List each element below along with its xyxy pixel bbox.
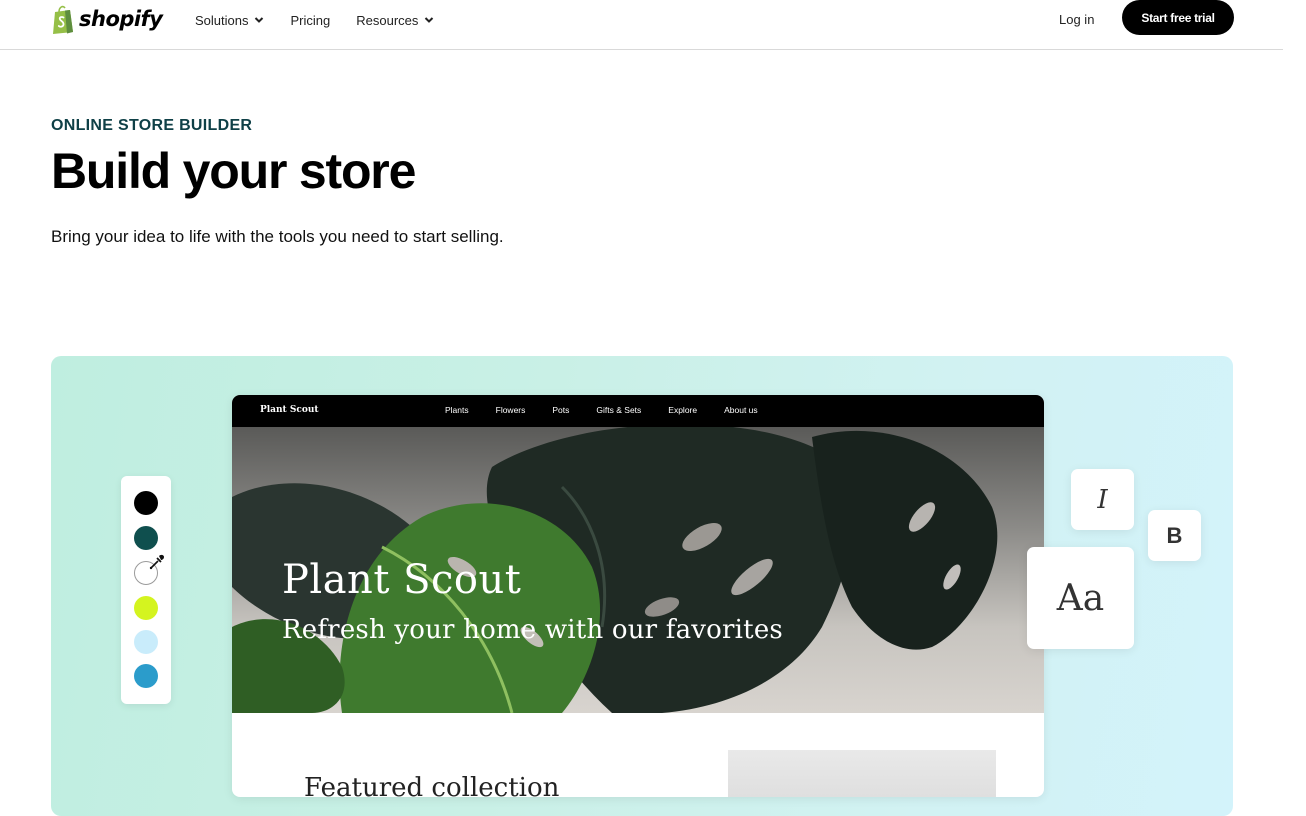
color-swatch-dark-teal[interactable] <box>134 526 158 550</box>
store-link-about: About us <box>724 405 758 415</box>
store-preview-nav: Plant Scout Plants Flowers Pots Gifts & … <box>232 395 1044 427</box>
store-link-plants: Plants <box>445 405 469 415</box>
page-title: Build your store <box>51 143 416 199</box>
store-builder-showcase: Plant Scout Plants Flowers Pots Gifts & … <box>51 356 1233 816</box>
store-link-gifts: Gifts & Sets <box>596 405 642 415</box>
nav-solutions-label: Solutions <box>195 12 249 28</box>
color-swatch-black[interactable] <box>134 491 158 515</box>
eyebrow-label: ONLINE STORE BUILDER <box>51 117 253 134</box>
page-subtitle: Bring your idea to life with the tools y… <box>51 227 504 246</box>
font-picker-button[interactable]: Aa <box>1027 547 1134 649</box>
store-link-flowers: Flowers <box>495 405 526 415</box>
logo-wordmark: shopify <box>79 7 163 31</box>
color-swatch-lime[interactable] <box>134 596 158 620</box>
nav-resources[interactable]: Resources <box>356 11 434 29</box>
start-free-trial-button[interactable]: Start free trial <box>1122 0 1234 35</box>
store-preview: Plant Scout Plants Flowers Pots Gifts & … <box>232 395 1044 797</box>
italic-button[interactable]: I <box>1071 469 1134 530</box>
store-preview-hero: Plant Scout Refresh your home with our f… <box>232 427 1044 713</box>
color-palette-panel <box>121 476 171 704</box>
login-link[interactable]: Log in <box>1059 12 1094 27</box>
main-nav: Solutions Pricing Resources <box>195 11 460 29</box>
color-swatch-blue[interactable] <box>134 664 158 688</box>
store-hero-title: Plant Scout <box>282 557 522 603</box>
chevron-down-icon <box>425 17 434 23</box>
store-link-pots: Pots <box>552 405 570 415</box>
site-header: shopify Solutions Pricing Resources Log … <box>0 0 1283 50</box>
store-link-explore: Explore <box>668 405 698 415</box>
nav-pricing[interactable]: Pricing <box>290 11 330 29</box>
shopify-bag-icon <box>53 5 73 34</box>
store-hero-subtitle: Refresh your home with our favorites <box>282 615 783 645</box>
color-swatch-light-blue[interactable] <box>134 630 158 654</box>
store-preview-brand: Plant Scout <box>260 405 319 415</box>
nav-solutions[interactable]: Solutions <box>195 11 264 29</box>
shopify-logo[interactable]: shopify <box>51 3 163 35</box>
featured-collection-image <box>728 750 996 797</box>
featured-collection-heading: Featured collection <box>304 773 560 797</box>
nav-resources-label: Resources <box>356 12 419 28</box>
nav-pricing-label: Pricing <box>290 12 331 28</box>
chevron-down-icon <box>255 17 264 23</box>
bold-button[interactable]: B <box>1148 510 1201 561</box>
store-preview-links: Plants Flowers Pots Gifts & Sets Explore… <box>445 405 785 415</box>
eyedropper-icon <box>149 554 164 570</box>
